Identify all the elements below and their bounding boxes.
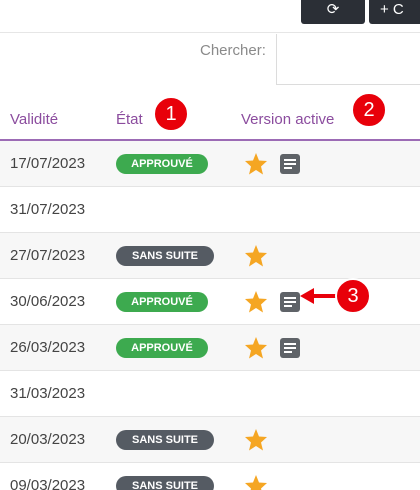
star-icon[interactable] [244,336,268,360]
column-header-state[interactable]: État [116,111,143,128]
document-icon[interactable] [280,338,300,358]
table-row[interactable]: 31/07/2023 [0,187,420,233]
validity-date: 27/07/2023 [10,247,86,264]
validity-date: 20/03/2023 [10,431,86,448]
search-label: Chercher: [200,42,266,59]
star-icon[interactable] [244,428,268,452]
refresh-button[interactable]: ⟳ [301,0,365,24]
validity-date: 09/03/2023 [10,477,86,490]
status-badge: APPROUVÉ [116,338,208,358]
status-badge: SANS SUITE [116,430,214,450]
star-icon[interactable] [244,474,268,490]
validity-date: 31/03/2023 [10,385,86,402]
search-row: Chercher: [0,34,420,86]
validity-date: 31/07/2023 [10,201,86,218]
status-badge: SANS SUITE [116,246,214,266]
validity-date: 26/03/2023 [10,339,86,356]
callout-badge-3: 3 [335,278,371,314]
column-header-validity[interactable]: Validité [10,111,58,128]
status-badge: SANS SUITE [116,476,214,490]
star-icon[interactable] [244,290,268,314]
validity-date: 30/06/2023 [10,293,86,310]
document-icon[interactable] [280,154,300,174]
table-row[interactable]: 27/07/2023 SANS SUITE [0,233,420,279]
table-row[interactable]: 20/03/2023 SANS SUITE [0,417,420,463]
search-input[interactable] [276,34,420,85]
document-icon[interactable] [280,292,300,312]
add-button[interactable]: + C [369,0,420,24]
status-badge: APPROUVÉ [116,292,208,312]
table-row[interactable]: 31/03/2023 [0,371,420,417]
callout-badge-2: 2 [351,92,387,128]
table-row[interactable]: 09/03/2023 SANS SUITE [0,463,420,490]
top-toolbar: ⟳ + C [0,0,420,33]
add-button-label: + C [380,0,404,18]
star-icon[interactable] [244,244,268,268]
validity-date: 17/07/2023 [10,155,86,172]
column-header-active-version[interactable]: Version active [241,111,334,128]
star-icon[interactable] [244,152,268,176]
refresh-icon: ⟳ [326,1,340,18]
status-badge: APPROUVÉ [116,154,208,174]
callout-badge-1: 1 [153,96,189,132]
table-row[interactable]: 26/03/2023 APPROUVÉ [0,325,420,371]
table-row[interactable]: 17/07/2023 APPROUVÉ [0,141,420,187]
